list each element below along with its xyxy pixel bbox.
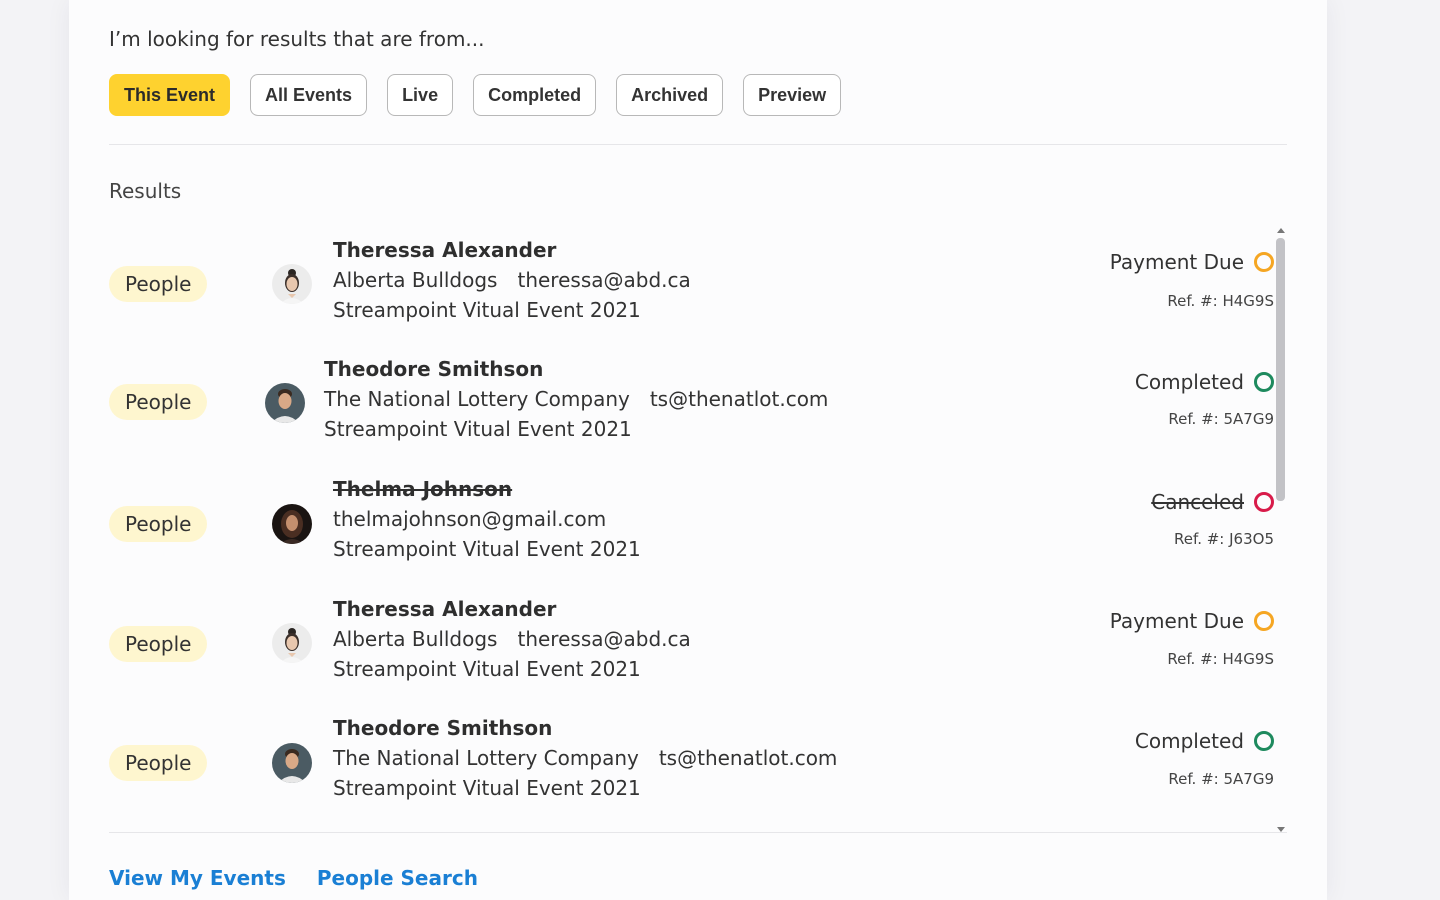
status-badge: Canceled [1151, 490, 1274, 514]
search-results-panel: I’m looking for results that are from...… [69, 0, 1327, 900]
man-avatar-icon [265, 383, 305, 423]
person-name[interactable]: Theressa Alexander [333, 235, 691, 265]
people-tag: People [109, 506, 208, 542]
view-my-events-link[interactable]: View My Events [109, 866, 286, 890]
result-row[interactable]: People Thelma Johnson thelmajohnson@gmai… [109, 464, 1274, 574]
people-search-link[interactable]: People Search [317, 866, 478, 890]
result-info: Theressa Alexander Alberta Bulldogs there… [333, 594, 691, 684]
people-tag: People [109, 626, 208, 662]
woman-dark-avatar-icon [272, 504, 312, 544]
person-name[interactable]: Thelma Johnson [333, 474, 641, 504]
footer-links: View My Events People Search [109, 866, 509, 890]
woman-light-avatar-icon [272, 264, 312, 304]
person-details: thelmajohnson@gmail.com [333, 504, 641, 534]
divider [109, 144, 1287, 145]
status-badge: Payment Due [1110, 609, 1274, 633]
status-label: Completed [1134, 370, 1244, 394]
filter-prompt: I’m looking for results that are from... [109, 27, 485, 51]
organization: Alberta Bulldogs [333, 627, 498, 651]
status-ring-icon [1254, 372, 1274, 392]
results-scrollbar[interactable] [1276, 228, 1286, 832]
people-tag: People [109, 384, 208, 420]
result-info: Theressa Alexander Alberta Bulldogs there… [333, 235, 691, 325]
person-details: Alberta Bulldogs theressa@abd.ca [333, 624, 691, 654]
person-name[interactable]: Theressa Alexander [333, 594, 691, 624]
status-ring-icon [1254, 252, 1274, 272]
organization: The National Lottery Company [324, 387, 630, 411]
result-row[interactable]: People Theodore Smithson The National Lo… [109, 704, 1274, 814]
event-filter-group: This Event All Events Live Completed Arc… [109, 74, 861, 116]
result-row[interactable]: People Theodore Smithson The National Lo… [109, 344, 1274, 454]
filter-preview-button[interactable]: Preview [743, 74, 842, 116]
status-ring-icon [1254, 611, 1274, 631]
woman-light-avatar-icon [272, 623, 312, 663]
email: ts@thenatlot.com [649, 387, 829, 411]
person-details: The National Lottery Company ts@thenatlot… [333, 743, 837, 773]
event-name: Streampoint Vitual Event 2021 [324, 417, 632, 441]
status-badge: Completed [1135, 729, 1274, 753]
email: thelmajohnson@gmail.com [333, 507, 607, 531]
divider [109, 832, 1287, 833]
status-label: Payment Due [1109, 609, 1244, 633]
reference-number: Ref. #: 5A7G9 [1168, 770, 1274, 788]
person-name[interactable]: Theodore Smithson [333, 713, 837, 743]
event-name: Streampoint Vitual Event 2021 [333, 776, 641, 800]
email: theressa@abd.ca [517, 268, 691, 292]
email: ts@thenatlot.com [658, 746, 838, 770]
status-label: Payment Due [1109, 250, 1244, 274]
event-name: Streampoint Vitual Event 2021 [333, 537, 641, 561]
result-row[interactable]: People Theressa Alexander Alberta Bulldo… [109, 584, 1274, 694]
reference-number: Ref. #: H4G9S [1167, 650, 1274, 668]
filter-this-event-button[interactable]: This Event [109, 74, 231, 116]
status-ring-icon [1254, 731, 1274, 751]
result-info: Thelma Johnson thelmajohnson@gmail.com S… [333, 474, 641, 564]
result-info: Theodore Smithson The National Lottery C… [324, 354, 828, 444]
people-tag: People [109, 745, 208, 781]
filter-all-events-button[interactable]: All Events [250, 74, 368, 116]
filter-live-button[interactable]: Live [387, 74, 454, 116]
status-badge: Payment Due [1110, 250, 1274, 274]
organization: Alberta Bulldogs [333, 268, 498, 292]
status-label: Canceled [1151, 490, 1244, 514]
reference-number: Ref. #: J63O5 [1174, 530, 1274, 548]
filter-completed-button[interactable]: Completed [473, 74, 597, 116]
scrollbar-thumb[interactable] [1276, 238, 1285, 501]
filter-archived-button[interactable]: Archived [616, 74, 724, 116]
status-badge: Completed [1135, 370, 1274, 394]
person-details: Alberta Bulldogs theressa@abd.ca [333, 265, 691, 295]
reference-number: Ref. #: H4G9S [1167, 292, 1274, 310]
people-tag: People [109, 266, 208, 302]
event-name: Streampoint Vitual Event 2021 [333, 298, 641, 322]
email: theressa@abd.ca [517, 627, 691, 651]
man-avatar-icon [272, 743, 312, 783]
organization: The National Lottery Company [333, 746, 639, 770]
results-list[interactable]: People Theressa Alexander Alberta Bulldo… [109, 224, 1287, 831]
result-row[interactable]: People Theressa Alexander Alberta Bulldo… [109, 224, 1274, 334]
person-details: The National Lottery Company ts@thenatlot… [324, 384, 828, 414]
reference-number: Ref. #: 5A7G9 [1168, 410, 1274, 428]
results-heading: Results [109, 179, 182, 203]
status-ring-icon [1254, 492, 1274, 512]
event-name: Streampoint Vitual Event 2021 [333, 657, 641, 681]
person-name[interactable]: Theodore Smithson [324, 354, 828, 384]
result-info: Theodore Smithson The National Lottery C… [333, 713, 837, 803]
scroll-up-arrow-icon[interactable] [1277, 228, 1285, 233]
status-label: Completed [1134, 729, 1244, 753]
